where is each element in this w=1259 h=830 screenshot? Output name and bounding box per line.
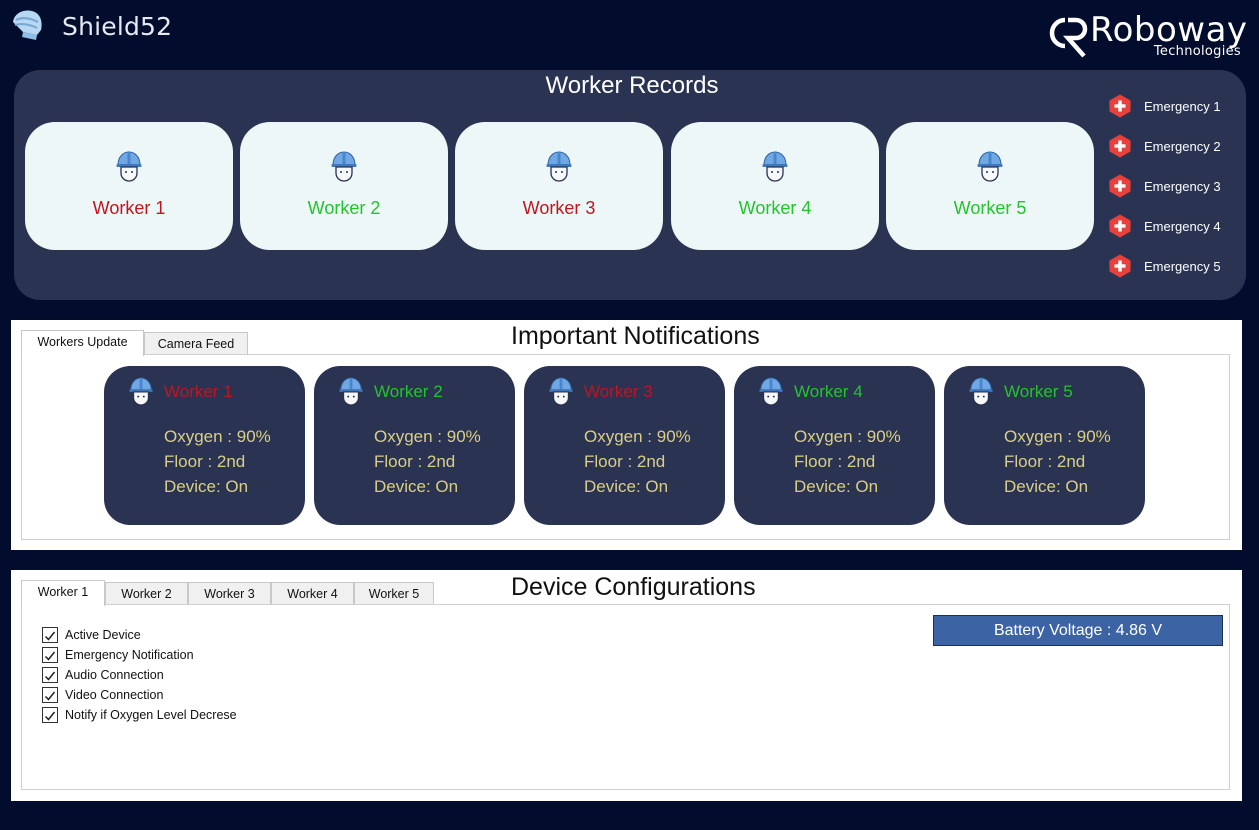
worker-helmet-icon (969, 377, 993, 406)
tab-worker-1[interactable]: Worker 1 (21, 580, 105, 606)
notifications-panel: Important Notifications Workers Update C… (11, 320, 1242, 550)
option-label: Active Device (65, 628, 141, 642)
checkmark-icon (44, 711, 56, 721)
tab-worker-3[interactable]: Worker 3 (188, 582, 271, 606)
worker-name: Worker 4 (794, 382, 863, 401)
floor-level: Floor : 2nd (794, 452, 876, 471)
floor-level: Floor : 2nd (1004, 452, 1086, 471)
helmet-logo-icon (13, 10, 42, 40)
worker-records-title: Worker Records (545, 72, 719, 99)
worker-name: Worker 2 (307, 198, 381, 218)
worker-helmet-icon (546, 151, 572, 182)
app-title: Shield52 (62, 12, 173, 41)
checkbox[interactable] (42, 627, 58, 643)
worker-name: Worker 2 (374, 382, 443, 401)
emergency-button-5[interactable]: Emergency 5 (1108, 254, 1248, 278)
emergency-label: Emergency 2 (1144, 139, 1221, 154)
worker-helmet-icon (762, 151, 788, 182)
device-status: Device: On (584, 477, 669, 496)
floor-level: Floor : 2nd (374, 452, 456, 471)
notification-card-5[interactable]: Worker 5 Oxygen : 90% Floor : 2nd Device… (944, 366, 1145, 525)
emergency-button-1[interactable]: Emergency 1 (1108, 94, 1248, 118)
checkbox[interactable] (42, 687, 58, 703)
worker-name: Worker 5 (1004, 382, 1073, 401)
device-config-panel: Device Configurations Worker 1 Worker 2 … (11, 570, 1242, 801)
notification-card-3[interactable]: Worker 3 Oxygen : 90% Floor : 2nd Device… (524, 366, 725, 525)
device-status: Device: On (1004, 477, 1089, 496)
worker-helmet-icon (549, 377, 573, 406)
device-status: Device: On (374, 477, 459, 496)
worker-name: Worker 3 (522, 198, 596, 218)
oxygen-level: Oxygen : 90% (1004, 427, 1111, 446)
worker-card-5[interactable]: Worker 5 (886, 122, 1094, 250)
battery-voltage-display: Battery Voltage : 4.86 V (933, 615, 1223, 646)
worker-helmet-icon (116, 151, 142, 182)
worker-name: Worker 1 (164, 382, 233, 401)
worker-card-3[interactable]: Worker 3 (455, 122, 663, 250)
worker-name: Worker 5 (953, 198, 1027, 218)
worker-card-2[interactable]: Worker 2 (240, 122, 448, 250)
device-status: Device: On (794, 477, 879, 496)
option-label: Audio Connection (65, 668, 164, 682)
medical-cross-icon (1109, 214, 1131, 238)
notification-card-1[interactable]: Worker 1 Oxygen : 90% Floor : 2nd Device… (104, 366, 305, 525)
floor-level: Floor : 2nd (164, 452, 246, 471)
checkmark-icon (44, 651, 56, 661)
emergency-label: Emergency 3 (1144, 179, 1221, 194)
option-label: Emergency Notification (65, 648, 194, 662)
emergency-button-2[interactable]: Emergency 2 (1108, 134, 1248, 158)
device-config-title: Device Configurations (511, 573, 756, 601)
worker-helmet-icon (339, 377, 363, 406)
notifications-title: Important Notifications (511, 322, 760, 350)
checkmark-icon (44, 671, 56, 681)
worker-helmet-icon (759, 377, 783, 406)
option-label: Video Connection (65, 688, 164, 702)
emergency-label: Emergency 4 (1144, 219, 1221, 234)
option-label: Notify if Oxygen Level Decrese (65, 708, 237, 722)
notification-card-2[interactable]: Worker 2 Oxygen : 90% Floor : 2nd Device… (314, 366, 515, 525)
emergency-button-3[interactable]: Emergency 3 (1108, 174, 1248, 198)
emergency-label: Emergency 1 (1144, 99, 1221, 114)
checkmark-icon (44, 691, 56, 701)
medical-cross-icon (1109, 94, 1131, 118)
medical-cross-icon (1109, 134, 1131, 158)
tab-workers-update[interactable]: Workers Update (21, 330, 144, 356)
medical-cross-icon (1109, 254, 1131, 278)
tab-worker-2[interactable]: Worker 2 (105, 582, 188, 606)
oxygen-level: Oxygen : 90% (164, 427, 271, 446)
worker-name: Worker 4 (738, 198, 812, 218)
checkbox[interactable] (42, 647, 58, 663)
medical-cross-icon (1109, 174, 1131, 198)
workers-update-pane: Worker 1 Oxygen : 90% Floor : 2nd Device… (21, 354, 1230, 540)
oxygen-level: Oxygen : 90% (584, 427, 691, 446)
worker-card-4[interactable]: Worker 4 (671, 122, 879, 250)
worker-helmet-icon (129, 377, 153, 406)
worker-name: Worker 3 (584, 382, 653, 401)
worker-helmet-icon (977, 151, 1003, 182)
emergency-button-4[interactable]: Emergency 4 (1108, 214, 1248, 238)
oxygen-level: Oxygen : 90% (794, 427, 901, 446)
floor-level: Floor : 2nd (584, 452, 666, 471)
roboway-mark-icon (1049, 17, 1088, 58)
worker-name: Worker 1 (92, 198, 166, 218)
app-header: Shield52 Roboway Technologies (0, 0, 1259, 64)
checkmark-icon (44, 631, 56, 641)
brand-logo: Roboway Technologies (1048, 10, 1247, 62)
oxygen-level: Oxygen : 90% (374, 427, 481, 446)
tab-camera-feed[interactable]: Camera Feed (144, 332, 248, 356)
emergency-label: Emergency 5 (1144, 259, 1221, 274)
brand-subtitle: Technologies (1153, 44, 1241, 59)
notification-card-4[interactable]: Worker 4 Oxygen : 90% Floor : 2nd Device… (734, 366, 935, 525)
worker-helmet-icon (331, 151, 357, 182)
tab-worker-4[interactable]: Worker 4 (271, 582, 354, 606)
checkbox[interactable] (42, 707, 58, 723)
device-status: Device: On (164, 477, 249, 496)
tab-worker-5[interactable]: Worker 5 (354, 582, 434, 606)
checkbox[interactable] (42, 667, 58, 683)
worker-records-panel: Worker Records Worker 1 Worker 2 Worker … (14, 70, 1246, 300)
worker-card-1[interactable]: Worker 1 (25, 122, 233, 250)
